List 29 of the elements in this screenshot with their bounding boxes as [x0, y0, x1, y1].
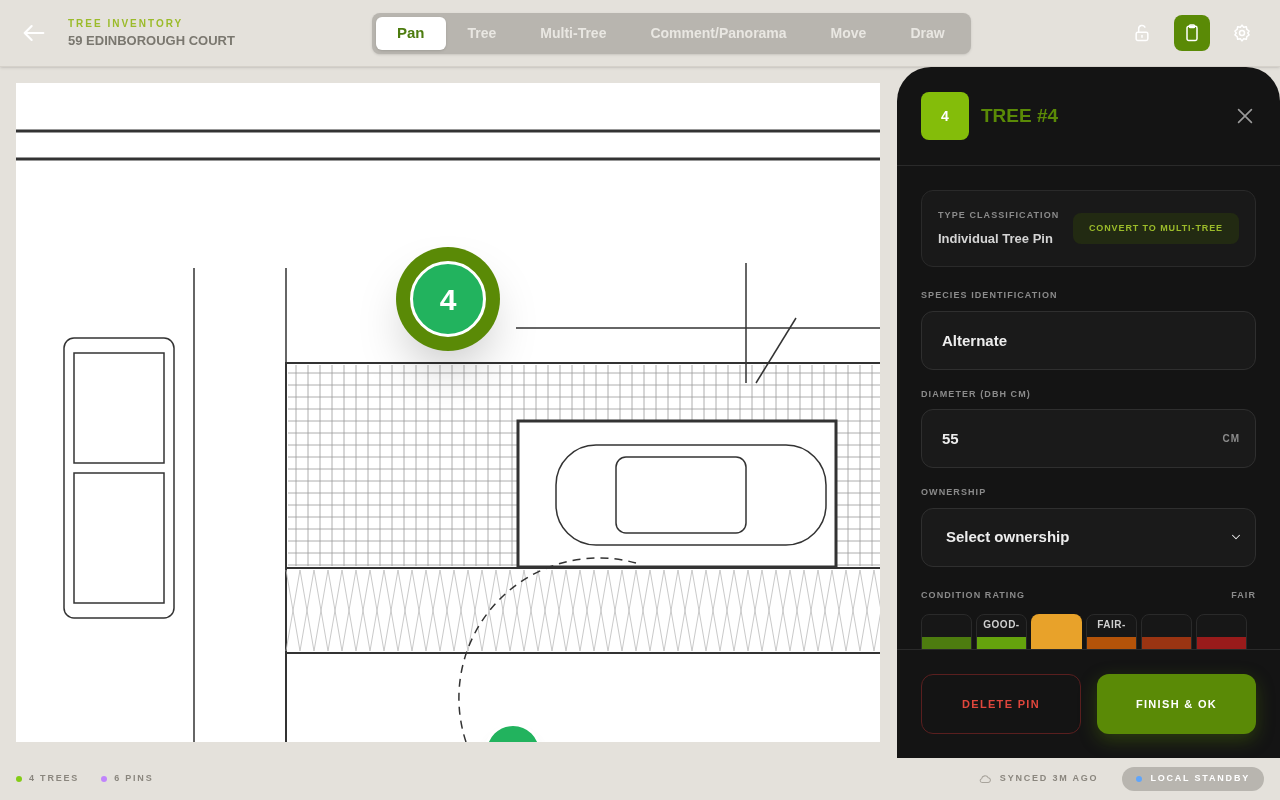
tool-tab[interactable]: Pan	[376, 16, 446, 50]
type-value: Individual Tree Pin	[938, 230, 1054, 248]
field-label: OWNERSHIP	[921, 486, 988, 499]
mode-label: LOCAL STANDBY	[1150, 772, 1250, 786]
sync-status: SYNCED 3M AGO	[999, 772, 1099, 786]
tree-number-badge: 4	[921, 92, 969, 140]
unit-label: CM	[1222, 432, 1240, 446]
condition-option[interactable]: GOOD-	[976, 614, 1027, 649]
field-label: CONDITION RATING	[921, 588, 1026, 602]
lock-icon	[1132, 23, 1152, 43]
settings-icon	[1232, 23, 1252, 43]
count-label: 4 TREES	[29, 772, 80, 786]
dropdown-placeholder: Select ownership	[946, 526, 1070, 547]
convert-button[interactable]: CONVERT TO MULTI-TREE	[1072, 213, 1239, 244]
delete-button[interactable]: DELETE PIN	[921, 674, 1081, 734]
count-label: 6 PINS	[114, 772, 154, 786]
field-label: DIAMETER (DBH CM)	[921, 387, 1032, 401]
field-label: SPECIES IDENTIFICATION	[921, 289, 1059, 302]
condition-option[interactable]: FAIR-	[1086, 614, 1137, 649]
cloud-icon	[977, 772, 992, 786]
condition-reading: FAIR	[1231, 588, 1256, 602]
eyebrow-label: TREE INVENTORY	[68, 16, 185, 31]
panel-title: TREE #4	[981, 103, 1059, 128]
clipboard-button[interactable]	[1174, 15, 1210, 51]
project-title: 59 EDINBOROUGH COURT	[68, 31, 236, 50]
species-field[interactable]: Alternate	[921, 310, 1256, 370]
finish-button[interactable]: FINISH & OK	[1097, 674, 1256, 734]
field-label: TYPE CLASSIFICATION	[938, 208, 1060, 222]
ownership-dropdown[interactable]: Select ownership	[921, 507, 1256, 567]
